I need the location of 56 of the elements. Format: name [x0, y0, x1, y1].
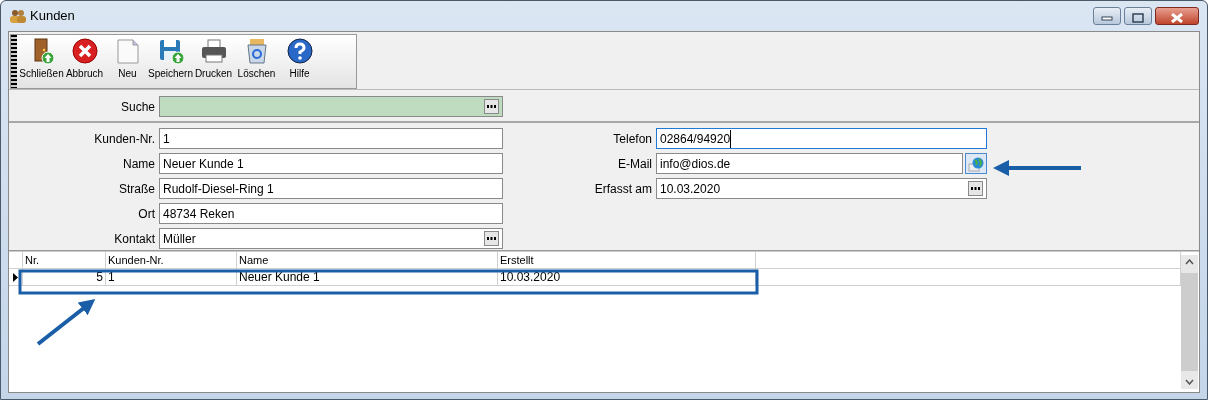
input-field[interactable]: Neuer Kunde 1 [159, 153, 503, 174]
field-label: Kunden-Nr. [93, 130, 156, 148]
field-label: Suche [119, 98, 156, 116]
field-label: Erfasst am [593, 180, 653, 198]
close-icon [1170, 12, 1184, 23]
column-header[interactable]: Erstellt [498, 252, 756, 268]
more-icon [487, 105, 496, 108]
input-field[interactable]: Müller [159, 228, 503, 249]
minimize-button[interactable] [1093, 7, 1121, 25]
more-icon [487, 237, 496, 240]
close-button[interactable] [1155, 7, 1199, 25]
people-icon [9, 8, 27, 24]
send-mail-button[interactable] [965, 153, 987, 174]
more-icon [971, 187, 980, 190]
column-header[interactable]: Kunden-Nr. [106, 252, 237, 268]
column-header[interactable]: Name [237, 252, 498, 268]
table-cell: 10.03.2020 [498, 269, 756, 285]
table-cell: 1 [106, 269, 237, 285]
document-button[interactable]: Neu [106, 35, 149, 88]
door-button[interactable]: Schließen [20, 35, 63, 88]
input-field[interactable]: Rudolf-Diesel-Ring 1 [159, 178, 503, 199]
scroll-thumb[interactable] [1181, 273, 1198, 371]
field-label: Telefon [612, 130, 653, 148]
maximize-button[interactable] [1124, 7, 1152, 25]
column-header[interactable]: Nr. [23, 252, 106, 268]
help-button[interactable]: Hilfe [278, 35, 321, 88]
globe-icon [968, 155, 984, 172]
annotation-arrow [36, 299, 96, 346]
cancel-icon [70, 37, 99, 65]
more-button[interactable] [968, 181, 983, 196]
trash-button[interactable]: Löschen [235, 35, 278, 88]
field-label: E-Mail [617, 155, 653, 173]
cancel-button[interactable]: Abbruch [63, 35, 106, 88]
input-field[interactable]: 48734 Reken [159, 203, 503, 224]
window-title: Kunden [30, 7, 75, 26]
field-label: Ort [137, 205, 156, 223]
table-cell: 5 [23, 269, 106, 285]
field-label: Name [122, 155, 156, 173]
input-field[interactable]: 10.03.2020 [656, 178, 987, 199]
help-icon [285, 37, 314, 65]
scrollbar[interactable] [1181, 255, 1198, 389]
floppy-button[interactable]: Speichern [149, 35, 192, 88]
printer-button[interactable]: Drucken [192, 35, 235, 88]
maximize-icon [1132, 12, 1144, 23]
printer-icon [199, 37, 228, 65]
input-field[interactable]: 1 [159, 128, 503, 149]
field-label: Straße [118, 180, 156, 198]
field-label: Kontakt [113, 230, 156, 248]
input-field[interactable]: info@dios.de [656, 153, 963, 174]
input-field[interactable]: 02864/94920 [656, 128, 987, 149]
search-field[interactable] [159, 96, 503, 117]
more-button[interactable] [484, 231, 499, 246]
minimize-icon [1101, 14, 1113, 21]
more-button[interactable] [484, 99, 499, 114]
toolbar-grip[interactable] [11, 35, 17, 88]
table-cell: Neuer Kunde 1 [237, 269, 498, 285]
